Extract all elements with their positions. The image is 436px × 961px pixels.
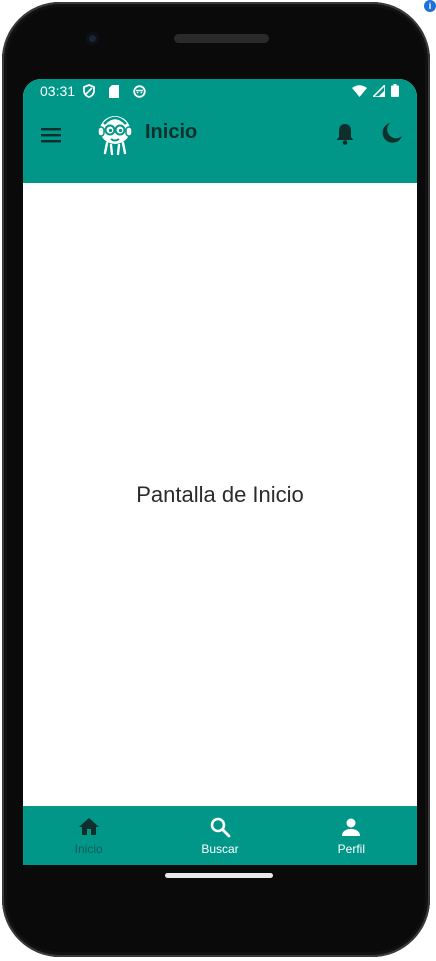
signal-icon xyxy=(373,84,385,97)
app-bar: Inicio xyxy=(23,103,417,183)
moon-icon xyxy=(382,123,402,143)
battery-icon xyxy=(391,84,399,97)
nav-label-inicio: Inicio xyxy=(74,842,103,856)
home-icon xyxy=(78,818,99,835)
page-title: Inicio xyxy=(145,121,198,143)
dark-mode-button[interactable] xyxy=(380,121,404,145)
nav-label-perfil: Perfil xyxy=(337,842,365,856)
person-icon xyxy=(342,818,361,836)
home-screen-text: Pantalla de Inicio xyxy=(136,482,304,507)
earpiece-speaker xyxy=(174,34,269,43)
search-icon xyxy=(210,817,231,838)
status-time: 03:31 xyxy=(40,83,76,99)
face-icon xyxy=(133,84,146,98)
nav-item-buscar[interactable]: Buscar xyxy=(154,806,285,865)
bottom-navigation: Inicio Buscar Perfil xyxy=(23,806,417,865)
bell-icon xyxy=(336,124,354,145)
menu-button[interactable] xyxy=(39,123,63,147)
sd-card-icon xyxy=(109,84,119,98)
phone-frame: 03:31 Inicio Pantalla de Inicio Inicio B… xyxy=(2,2,430,957)
status-right-icons xyxy=(352,84,399,97)
status-bar: 03:31 xyxy=(23,79,417,103)
screen: 03:31 Inicio Pantalla de Inicio Inicio B… xyxy=(23,79,417,865)
shield-icon xyxy=(83,84,95,98)
nav-item-inicio[interactable]: Inicio xyxy=(23,806,154,865)
nav-item-perfil[interactable]: Perfil xyxy=(286,806,417,865)
nav-label-buscar: Buscar xyxy=(201,842,239,856)
gesture-navigation-bar[interactable] xyxy=(165,873,273,878)
notifications-button[interactable] xyxy=(334,122,356,146)
wifi-icon xyxy=(352,84,367,97)
logo-icon xyxy=(97,116,133,156)
camera-lens xyxy=(86,32,99,45)
info-badge-icon: i xyxy=(424,0,436,12)
menu-icon xyxy=(41,128,61,143)
status-left-icons xyxy=(83,84,146,98)
